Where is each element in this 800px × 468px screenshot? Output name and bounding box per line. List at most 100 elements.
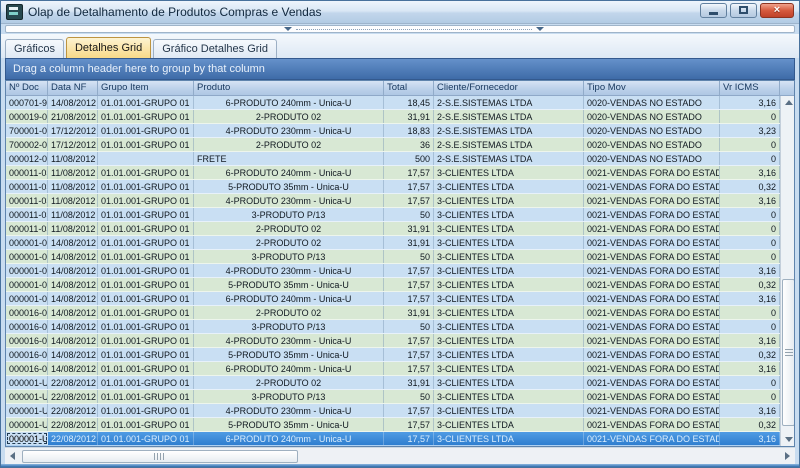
grid-cell[interactable]: 2-S.E.SISTEMAS LTDA bbox=[434, 152, 584, 165]
grid-cell[interactable]: 4-PRODUTO 230mm - Unica-U bbox=[194, 404, 384, 417]
grid-cell[interactable]: 4-PRODUTO 230mm - Unica-U bbox=[194, 194, 384, 207]
grid-cell[interactable]: 3-CLIENTES LTDA bbox=[434, 236, 584, 249]
chevron-down-icon[interactable] bbox=[284, 27, 292, 31]
grid-cell[interactable]: 3,23 bbox=[720, 124, 780, 137]
grid-cell[interactable]: 14/08/2012 bbox=[48, 362, 98, 375]
grid-cell[interactable]: 31,91 bbox=[384, 236, 434, 249]
grid-cell[interactable]: 0 bbox=[720, 306, 780, 319]
grid-cell[interactable]: 2-PRODUTO 02 bbox=[194, 306, 384, 319]
scroll-up-button[interactable] bbox=[781, 96, 795, 109]
grid-cell[interactable]: 3-CLIENTES LTDA bbox=[434, 208, 584, 221]
grid-cell[interactable]: 3,16 bbox=[720, 362, 780, 375]
grid-cell[interactable]: 01.01.001-GRUPO 01 bbox=[98, 96, 194, 109]
grid-cell[interactable]: 3-PRODUTO P/13 bbox=[194, 208, 384, 221]
grid-cell[interactable]: 17,57 bbox=[384, 166, 434, 179]
grid-cell[interactable]: 6-PRODUTO 240mm - Unica-U bbox=[194, 432, 384, 445]
table-row[interactable]: 000011-0311/08/201201.01.001-GRUPO 016-P… bbox=[6, 166, 780, 180]
grid-cell[interactable]: 11/08/2012 bbox=[48, 180, 98, 193]
grid-cell[interactable]: 0021-VENDAS FORA DO ESTADO bbox=[584, 362, 720, 375]
grid-cell[interactable]: 31,91 bbox=[384, 306, 434, 319]
grid-cell[interactable]: 22/08/2012 bbox=[48, 390, 98, 403]
grid-cell[interactable]: 0020-VENDAS NO ESTADO bbox=[584, 96, 720, 109]
table-row[interactable]: 000701-9014/08/201201.01.001-GRUPO 016-P… bbox=[6, 96, 780, 110]
grid-cell[interactable]: 2-PRODUTO 02 bbox=[194, 110, 384, 123]
vertical-scrollbar[interactable] bbox=[780, 96, 795, 446]
vertical-scroll-track[interactable] bbox=[781, 109, 795, 433]
grid-cell[interactable]: 0021-VENDAS FORA DO ESTADO bbox=[584, 166, 720, 179]
grid-cell[interactable]: 17,57 bbox=[384, 278, 434, 291]
horizontal-scroll-track[interactable] bbox=[20, 450, 780, 463]
grid-cell[interactable]: 2-PRODUTO 02 bbox=[194, 222, 384, 235]
grid-cell[interactable]: 22/08/2012 bbox=[48, 418, 98, 431]
grid-cell[interactable]: 2-PRODUTO 02 bbox=[194, 376, 384, 389]
grid-cell[interactable]: 000012-03 bbox=[6, 152, 48, 165]
table-row[interactable]: 000011-0311/08/201201.01.001-GRUPO 014-P… bbox=[6, 194, 780, 208]
table-row[interactable]: 000001-0014/08/201201.01.001-GRUPO 015-P… bbox=[6, 278, 780, 292]
table-row[interactable]: 000001-U22/08/201201.01.001-GRUPO 016-PR… bbox=[6, 432, 780, 446]
tab-graficos[interactable]: Gráficos bbox=[5, 39, 64, 58]
minimize-button[interactable] bbox=[700, 3, 727, 18]
grid-cell[interactable]: 0 bbox=[720, 138, 780, 151]
grid-cell[interactable]: 6-PRODUTO 240mm - Unica-U bbox=[194, 96, 384, 109]
grid-cell[interactable]: 14/08/2012 bbox=[48, 236, 98, 249]
grid-cell[interactable]: 4-PRODUTO 230mm - Unica-U bbox=[194, 124, 384, 137]
grid-cell[interactable]: 0 bbox=[720, 320, 780, 333]
grid-cell[interactable]: 3-CLIENTES LTDA bbox=[434, 278, 584, 291]
grid-cell[interactable]: 000001-00 bbox=[6, 278, 48, 291]
grid-cell[interactable]: 0021-VENDAS FORA DO ESTADO bbox=[584, 390, 720, 403]
grid-cell[interactable]: 0021-VENDAS FORA DO ESTADO bbox=[584, 180, 720, 193]
grid-cell[interactable]: 01.01.001-GRUPO 01 bbox=[98, 194, 194, 207]
grid-cell[interactable]: 500 bbox=[384, 152, 434, 165]
grid-cell[interactable]: 0020-VENDAS NO ESTADO bbox=[584, 138, 720, 151]
grid-cell[interactable]: 01.01.001-GRUPO 01 bbox=[98, 348, 194, 361]
table-row[interactable]: 000016-0314/08/201201.01.001-GRUPO 015-P… bbox=[6, 348, 780, 362]
grid-cell[interactable]: 17/12/2012 bbox=[48, 138, 98, 151]
column-header-grupo-item[interactable]: Grupo Item bbox=[98, 81, 194, 95]
grid-cell[interactable]: 2-S.E.SISTEMAS LTDA bbox=[434, 110, 584, 123]
grid-cell[interactable]: 3-CLIENTES LTDA bbox=[434, 264, 584, 277]
grid-cell[interactable]: 31,91 bbox=[384, 222, 434, 235]
grid-cell[interactable]: 0021-VENDAS FORA DO ESTADO bbox=[584, 418, 720, 431]
grid-cell[interactable]: 3-CLIENTES LTDA bbox=[434, 404, 584, 417]
grid-cell[interactable]: 000011-03 bbox=[6, 166, 48, 179]
grid-cell[interactable]: 01.01.001-GRUPO 01 bbox=[98, 292, 194, 305]
grid-cell[interactable]: 17/12/2012 bbox=[48, 124, 98, 137]
grid-cell[interactable]: 01.01.001-GRUPO 01 bbox=[98, 362, 194, 375]
column-header-produto[interactable]: Produto bbox=[194, 81, 384, 95]
grid-cell[interactable]: 0021-VENDAS FORA DO ESTADO bbox=[584, 194, 720, 207]
grid-cell[interactable]: 01.01.001-GRUPO 01 bbox=[98, 404, 194, 417]
table-row[interactable]: 000011-0311/08/201201.01.001-GRUPO 013-P… bbox=[6, 208, 780, 222]
grid-cell[interactable]: 01.01.001-GRUPO 01 bbox=[98, 320, 194, 333]
grid-cell[interactable]: 3-PRODUTO P/13 bbox=[194, 250, 384, 263]
grid-cell[interactable]: 14/08/2012 bbox=[48, 250, 98, 263]
grid-cell[interactable]: 14/08/2012 bbox=[48, 348, 98, 361]
grid-cell[interactable]: 0020-VENDAS NO ESTADO bbox=[584, 124, 720, 137]
table-row[interactable]: 000001-U22/08/201201.01.001-GRUPO 012-PR… bbox=[6, 376, 780, 390]
table-row[interactable]: 000001-0014/08/201201.01.001-GRUPO 012-P… bbox=[6, 236, 780, 250]
grid-cell[interactable]: 17,57 bbox=[384, 432, 434, 445]
grid-cell[interactable]: 17,57 bbox=[384, 418, 434, 431]
grid-cell[interactable] bbox=[98, 152, 194, 165]
grid-cell[interactable]: 01.01.001-GRUPO 01 bbox=[98, 306, 194, 319]
grid-cell[interactable]: 14/08/2012 bbox=[48, 278, 98, 291]
grid-cell[interactable]: 700001-03 bbox=[6, 124, 48, 137]
grid-cell[interactable]: 50 bbox=[384, 250, 434, 263]
table-row[interactable]: 000016-0314/08/201201.01.001-GRUPO 016-P… bbox=[6, 362, 780, 376]
grid-cell[interactable]: 0021-VENDAS FORA DO ESTADO bbox=[584, 222, 720, 235]
grid-cell[interactable]: 50 bbox=[384, 320, 434, 333]
grid-cell[interactable]: 0 bbox=[720, 390, 780, 403]
grid-cell[interactable]: 3,16 bbox=[720, 404, 780, 417]
grid-cell[interactable]: 0,32 bbox=[720, 348, 780, 361]
grid-cell[interactable]: 21/08/2012 bbox=[48, 110, 98, 123]
grid-cell[interactable]: 000001-00 bbox=[6, 250, 48, 263]
grid-cell[interactable]: 01.01.001-GRUPO 01 bbox=[98, 110, 194, 123]
horizontal-scrollbar[interactable] bbox=[5, 447, 795, 464]
grid-cell[interactable]: 3,16 bbox=[720, 166, 780, 179]
grid-cell[interactable]: 2-S.E.SISTEMAS LTDA bbox=[434, 124, 584, 137]
table-row[interactable]: 000001-U22/08/201201.01.001-GRUPO 015-PR… bbox=[6, 418, 780, 432]
grid-cell[interactable]: 000011-03 bbox=[6, 180, 48, 193]
grid-cell[interactable]: 14/08/2012 bbox=[48, 320, 98, 333]
grid-cell[interactable]: 01.01.001-GRUPO 01 bbox=[98, 208, 194, 221]
grid-cell[interactable]: 3-CLIENTES LTDA bbox=[434, 418, 584, 431]
grid-cell[interactable]: 50 bbox=[384, 390, 434, 403]
